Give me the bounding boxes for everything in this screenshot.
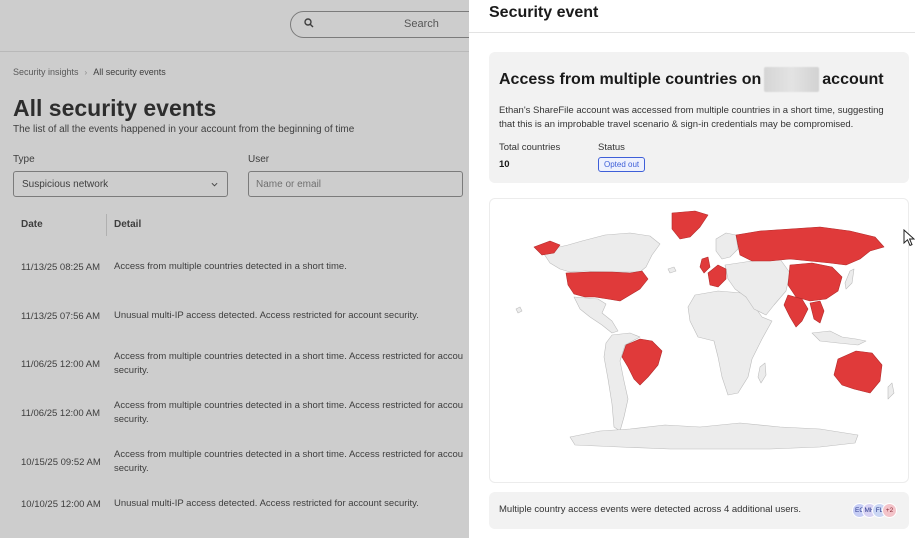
- map-country-greenland: [671, 210, 709, 240]
- map-country-western-europe: [707, 264, 727, 288]
- map-country-brazil: [621, 338, 663, 386]
- map-country-australia: [833, 350, 883, 394]
- map-land-island: [667, 266, 677, 274]
- status-badge: Opted out: [598, 157, 646, 172]
- map-land-canada: [541, 232, 661, 273]
- map-country-united-states: [565, 270, 649, 302]
- total-countries-label: Total countries: [499, 142, 561, 153]
- map-land-island: [515, 306, 523, 314]
- map-country-united-kingdom: [699, 256, 711, 274]
- event-title: Access from multiple countries on accoun…: [499, 67, 884, 92]
- redacted-account-name: [764, 67, 820, 92]
- user-avatar-group[interactable]: EC MH FL +2: [852, 503, 897, 518]
- event-summary-card: Access from multiple countries on accoun…: [489, 52, 909, 183]
- map-land-indonesia: [811, 330, 867, 346]
- map-land-mexico: [573, 296, 619, 334]
- map-land-madagascar: [757, 362, 767, 384]
- modal-backdrop[interactable]: [0, 0, 469, 538]
- panel-header: Security event: [469, 0, 915, 33]
- additional-users-card: Multiple country access events were dete…: [489, 492, 909, 529]
- mouse-cursor-icon: [903, 229, 915, 247]
- map-country-southeast-asia: [809, 300, 825, 324]
- map-land-new-zealand: [887, 382, 895, 400]
- map-land-japan: [844, 268, 855, 290]
- map-land-antarctica: [569, 422, 859, 450]
- additional-users-text: Multiple country access events were dete…: [499, 504, 802, 515]
- map-country-china: [787, 262, 843, 302]
- map-country-russia: [735, 226, 885, 266]
- total-countries-value: 10: [499, 159, 510, 170]
- security-event-panel: Security event Access from multiple coun…: [469, 0, 915, 538]
- world-map-card: [489, 198, 909, 483]
- status-label: Status: [598, 142, 625, 153]
- world-map: [515, 210, 895, 450]
- map-land-scandinavia: [715, 232, 739, 260]
- event-title-end: account: [822, 70, 884, 88]
- avatar-overflow-count[interactable]: +2: [882, 503, 897, 518]
- event-description: Ethan's ShareFile account was accessed f…: [499, 105, 884, 130]
- map-country-india: [783, 294, 809, 328]
- event-title-start: Access from multiple countries on: [499, 70, 762, 88]
- panel-title: Security event: [489, 4, 599, 21]
